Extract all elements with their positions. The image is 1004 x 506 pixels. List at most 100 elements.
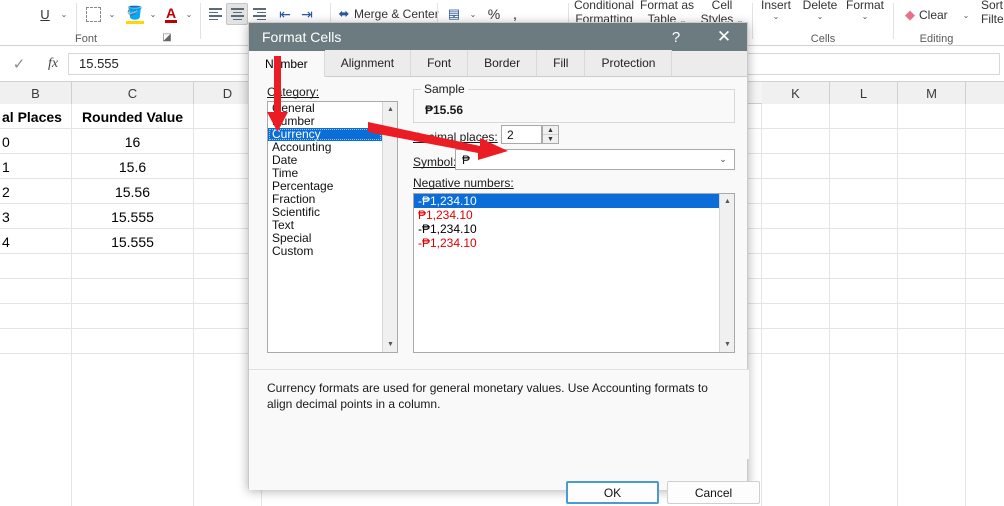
clear-dropdown[interactable]: ⌄ (959, 6, 973, 24)
cell-c-3[interactable]: 15.56 (72, 179, 193, 204)
cancel-button[interactable]: Cancel (667, 481, 760, 504)
ribbon-group-cells: Insert ⌄ Delete ⌄ Format ⌄ Cells (756, 0, 890, 46)
scroll-down-icon[interactable]: ▼ (383, 337, 397, 352)
editing-group-label: Editing (919, 33, 954, 45)
chevron-down-icon: ⌄ (962, 10, 970, 20)
cell-b-header[interactable]: al Places (0, 104, 71, 129)
dialog-title: Format Cells (262, 29, 342, 45)
cell-b-4[interactable]: 3 (0, 204, 71, 229)
symbol-label: Symbol: (413, 155, 457, 169)
category-item-custom[interactable]: Custom (268, 245, 397, 258)
insert-button[interactable]: Insert ⌄ (756, 0, 796, 21)
ribbon-group-font: U ⌄ ⌄ 🪣 ⌄ A ⌄ Font ◪ (0, 0, 192, 46)
column-header-l[interactable]: L (830, 82, 898, 104)
negative-format-option-4[interactable]: -₱1,234.10 (414, 236, 734, 250)
help-icon[interactable]: ? (659, 23, 693, 51)
merge-cells-icon: ⬌ (338, 6, 350, 21)
negative-numbers-listbox[interactable]: -₱1,234.10 ₱1,234.10 -₱1,234.10 -₱1,234.… (413, 193, 735, 353)
enter-formula-button[interactable]: ✓ (0, 55, 38, 73)
scroll-down-icon[interactable]: ▼ (720, 337, 734, 352)
align-center-button[interactable] (226, 3, 248, 25)
chevron-down-icon: ⌄ (469, 9, 477, 19)
format-button[interactable]: Format ⌄ (842, 0, 888, 21)
chevron-down-icon: ⌄ (816, 12, 824, 21)
cell-c-4[interactable]: 15.555 (72, 204, 193, 229)
cell-b-5[interactable]: 4 (0, 229, 71, 254)
cell-c-2[interactable]: 15.6 (72, 154, 193, 179)
scroll-up-icon[interactable]: ▲ (383, 102, 397, 117)
font-color-dropdown[interactable]: ⌄ (182, 3, 196, 25)
grid-line (829, 104, 830, 506)
divider (752, 3, 753, 39)
dialog-body: Number Alignment Font Border Fill Protec… (249, 50, 760, 504)
cell-c-1[interactable]: 16 (72, 129, 193, 154)
borders-icon (85, 6, 101, 22)
tab-number[interactable]: Number (249, 51, 325, 77)
decimal-places-input[interactable]: 2 (501, 125, 542, 144)
clear-button[interactable]: Clear (919, 6, 948, 24)
chevron-down-icon: ⌄ (60, 9, 68, 19)
negative-format-option-1[interactable]: -₱1,234.10 (414, 194, 719, 208)
grid-line (965, 104, 966, 506)
column-header-m[interactable]: M (898, 82, 966, 104)
chevron-down-icon: ⌄ (772, 12, 780, 21)
negative-format-option-2[interactable]: ₱1,234.10 (414, 208, 734, 222)
font-color-button[interactable]: A (160, 3, 182, 25)
category-listbox[interactable]: General Number Currency Accounting Date … (267, 101, 398, 353)
fill-color-dropdown[interactable]: ⌄ (146, 3, 160, 25)
borders-button[interactable] (82, 3, 104, 25)
underline-button[interactable]: U (34, 3, 56, 25)
underline-dropdown[interactable]: ⌄ (56, 3, 72, 25)
negative-numbers-scrollbar[interactable]: ▲ ▼ (719, 194, 734, 352)
cell-c-header[interactable]: Rounded Value (72, 104, 193, 129)
grid-line (761, 104, 762, 506)
symbol-select[interactable]: ₱ ⌄ (455, 149, 735, 170)
font-dialog-launcher[interactable]: ◪ (160, 30, 174, 44)
divider (200, 3, 201, 39)
grid-line (193, 104, 194, 506)
dialog-title-bar[interactable]: Format Cells ? ✕ (249, 23, 747, 51)
category-scrollbar[interactable]: ▲ ▼ (382, 102, 397, 352)
ok-button[interactable]: OK (566, 481, 659, 504)
cell-b-2[interactable]: 1 (0, 154, 71, 179)
paint-bucket-icon: 🪣 (125, 5, 145, 24)
cells-group-label: Cells (810, 33, 836, 45)
tab-alignment[interactable]: Alignment (324, 50, 412, 76)
column-header-b[interactable]: B (0, 82, 72, 104)
cell-b-1[interactable]: 0 (0, 129, 71, 154)
delete-button[interactable]: Delete ⌄ (798, 0, 842, 21)
decimal-places-stepper[interactable]: ▲ ▼ (542, 125, 559, 144)
insert-function-icon[interactable]: fx (38, 56, 68, 72)
sort-filter-button[interactable]: Sort Filte (981, 0, 1004, 26)
tab-protection[interactable]: Protection (585, 50, 673, 76)
scroll-up-icon[interactable]: ▲ (720, 194, 734, 209)
borders-dropdown[interactable]: ⌄ (104, 3, 120, 25)
number-format-icon: ▤ (447, 6, 461, 21)
align-left-icon (208, 8, 222, 20)
align-right-icon (252, 8, 266, 20)
cell-c-5[interactable]: 15.555 (72, 229, 193, 254)
fill-color-button[interactable]: 🪣 (124, 3, 146, 25)
column-header-c[interactable]: C (72, 82, 194, 104)
clear-icon-box[interactable]: ◆ (901, 6, 919, 24)
cell-b-3[interactable]: 2 (0, 179, 71, 204)
negative-format-option-3[interactable]: -₱1,234.10 (414, 222, 734, 236)
decrease-indent-icon: ⇤ (279, 5, 291, 22)
description-text: Currency formats are used for general mo… (267, 381, 708, 411)
chevron-down-icon[interactable]: ⌄ (712, 150, 734, 169)
column-header-n[interactable] (966, 82, 1004, 104)
tab-fill[interactable]: Fill (537, 50, 586, 76)
tab-font[interactable]: Font (411, 50, 469, 76)
column-header-k[interactable]: K (762, 82, 830, 104)
stepper-up-icon[interactable]: ▲ (543, 126, 558, 135)
symbol-value: ₱ (462, 152, 471, 167)
close-icon[interactable]: ✕ (701, 23, 747, 51)
align-left-button[interactable] (204, 3, 226, 25)
grid-line (897, 104, 898, 506)
sample-legend: Sample (421, 82, 468, 96)
align-center-icon (230, 8, 244, 20)
excel-window: U ⌄ ⌄ 🪣 ⌄ A ⌄ Font ◪ ⇤ ⇥ ⬌ Merge & Cente… (0, 0, 1004, 506)
tab-border[interactable]: Border (468, 50, 538, 76)
stepper-down-icon[interactable]: ▼ (543, 135, 558, 143)
description-box: Currency formats are used for general mo… (249, 369, 749, 459)
